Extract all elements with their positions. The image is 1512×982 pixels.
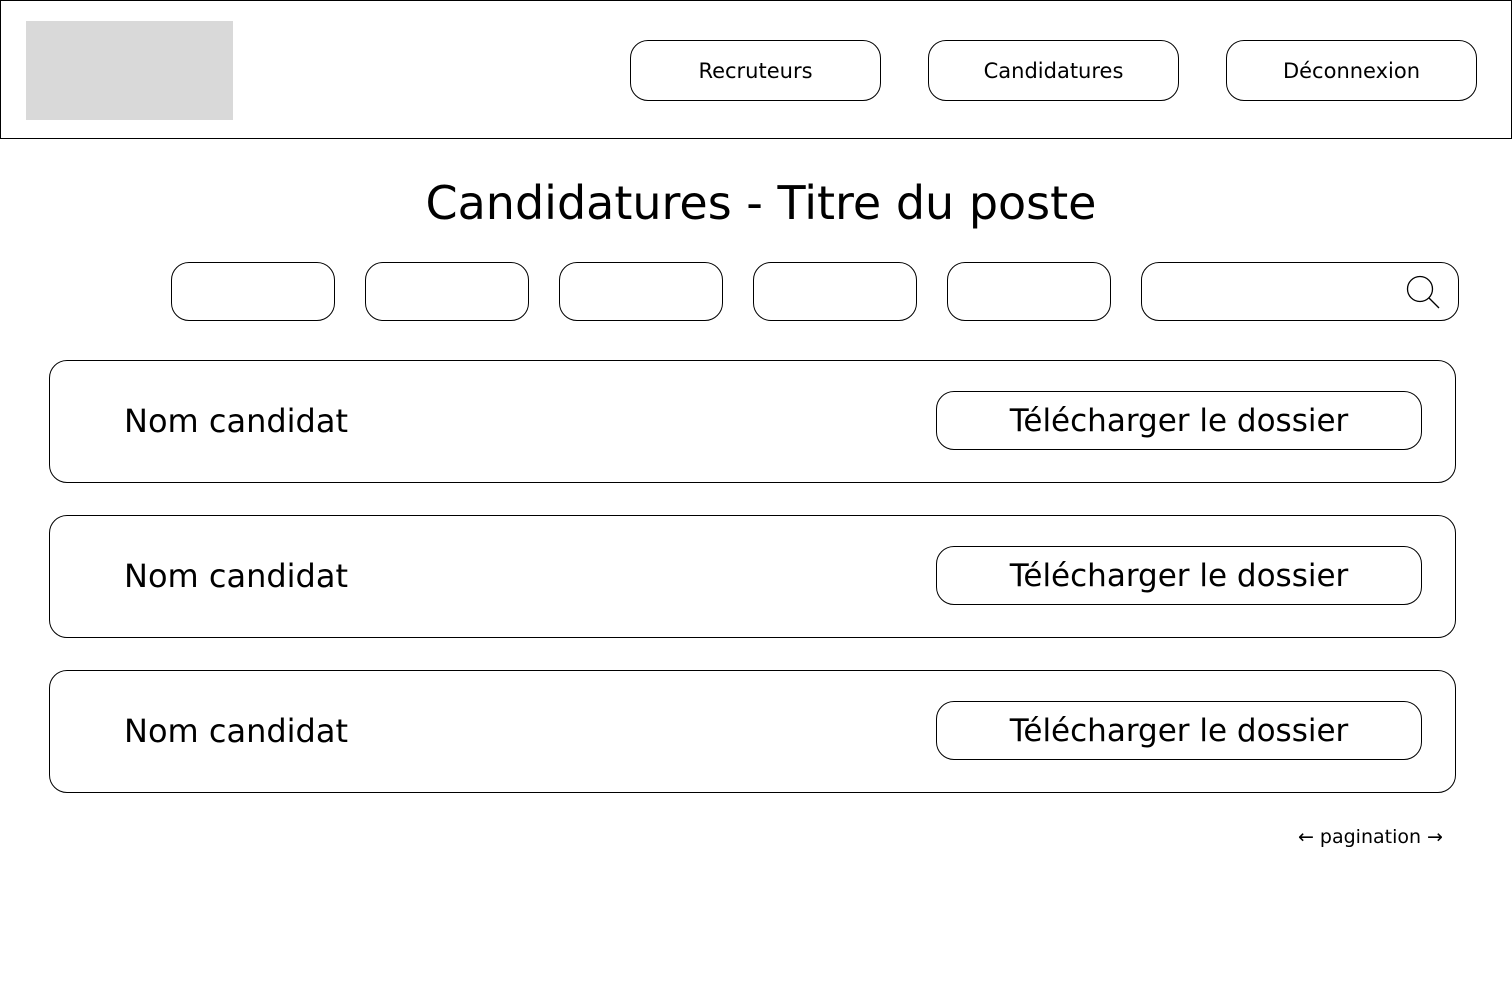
pagination-next-icon[interactable]: → bbox=[1427, 826, 1443, 848]
nav-deconnexion-button[interactable]: Déconnexion bbox=[1226, 40, 1477, 101]
filter-dropdown-4[interactable] bbox=[753, 262, 917, 321]
page-title: Candidatures - Titre du poste bbox=[425, 176, 1097, 230]
filter-dropdown-5[interactable] bbox=[947, 262, 1111, 321]
candidate-card: Nom candidat Télécharger le dossier bbox=[49, 670, 1456, 793]
candidate-name: Nom candidat bbox=[124, 402, 349, 440]
filter-dropdown-1[interactable] bbox=[171, 262, 335, 321]
search-input[interactable] bbox=[1156, 271, 1406, 313]
pagination-label: pagination bbox=[1319, 826, 1422, 848]
filter-dropdown-3[interactable] bbox=[559, 262, 723, 321]
nav-candidatures-button[interactable]: Candidatures bbox=[928, 40, 1179, 101]
download-dossier-button[interactable]: Télécharger le dossier bbox=[936, 701, 1422, 760]
download-dossier-button[interactable]: Télécharger le dossier bbox=[936, 546, 1422, 605]
logo-placeholder[interactable] bbox=[26, 21, 233, 120]
nav-recruteurs-button[interactable]: Recruteurs bbox=[630, 40, 881, 101]
candidate-card: Nom candidat Télécharger le dossier bbox=[49, 515, 1456, 638]
candidate-card: Nom candidat Télécharger le dossier bbox=[49, 360, 1456, 483]
filter-dropdown-2[interactable] bbox=[365, 262, 529, 321]
pagination-prev-icon[interactable]: ← bbox=[1298, 826, 1314, 848]
page: Recruteurs Candidatures Déconnexion Cand… bbox=[0, 0, 1512, 982]
pagination: ← pagination → bbox=[1298, 822, 1443, 852]
header: Recruteurs Candidatures Déconnexion bbox=[0, 0, 1512, 139]
search-icon[interactable] bbox=[1405, 274, 1441, 310]
download-dossier-button[interactable]: Télécharger le dossier bbox=[936, 391, 1422, 450]
candidate-name: Nom candidat bbox=[124, 712, 349, 750]
candidate-name: Nom candidat bbox=[124, 557, 349, 595]
